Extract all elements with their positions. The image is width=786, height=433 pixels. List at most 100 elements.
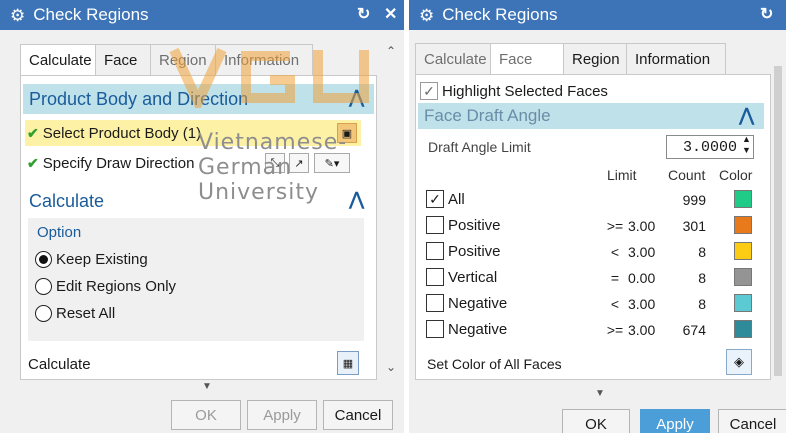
gear-icon[interactable]: ⚙ [419,7,434,24]
color-palette-icon[interactable]: ◈ [726,349,752,375]
draft-row-checkbox[interactable] [426,294,444,312]
tab-bar: Calculate Face Region Information [415,43,726,75]
check-regions-dialog-face: ⚙ Check Regions ↻ Calculate Face Region … [409,0,786,433]
tab-face[interactable]: Face [95,44,151,76]
ok-button[interactable]: OK [171,400,241,430]
draft-angle-limit-input[interactable]: 3.0000 [666,135,754,159]
tab-calculate[interactable]: Calculate [415,43,491,75]
radio-button[interactable] [35,251,52,268]
draft-row-operator: >= [606,322,624,338]
draft-row-label: Vertical [448,268,498,286]
draft-row-toggle[interactable]: Vertical [426,268,497,286]
draft-row-count: 301 [682,218,706,234]
draft-row-color-swatch[interactable] [734,190,752,208]
highlight-selected-faces-row[interactable]: ✓ Highlight Selected Faces [420,82,608,100]
draft-row-count: 674 [682,322,706,338]
draft-row: ✓ All 999 [416,188,766,212]
option-group: Option Keep Existing Edit Regions Only R… [28,218,364,341]
scrollbar-thumb[interactable] [774,66,782,376]
draft-row: Negative <3.00 8 [416,292,766,316]
draft-row-checkbox[interactable] [426,268,444,286]
draft-row-toggle[interactable]: Negative [426,294,507,312]
draft-row-checkbox[interactable] [426,216,444,234]
expand-more-icon[interactable]: ▼ [202,381,212,392]
draft-row-color-swatch[interactable] [734,268,752,286]
draft-row-limit: 3.00 [628,296,656,312]
draft-row-limit: 3.00 [628,322,656,338]
face-panel: ✓ Highlight Selected Faces Face Draft An… [415,74,771,380]
tab-calculate[interactable]: Calculate [20,44,96,76]
cancel-button[interactable]: Cancel [718,409,786,433]
close-icon[interactable]: ✕ [384,6,397,24]
tab-information[interactable]: Information [626,43,726,75]
draft-row-toggle[interactable]: Positive [426,216,501,234]
gear-icon[interactable]: ⚙ [10,7,25,24]
draft-row-toggle[interactable]: Negative [426,320,507,338]
title-bar: ⚙ Check Regions ↻ [409,0,786,30]
draft-row-color-swatch[interactable] [734,216,752,234]
reset-icon[interactable]: ↻ [357,6,370,24]
radio-label: Edit Regions Only [56,278,177,295]
collapse-icon[interactable]: ⋀ [739,105,754,126]
set-color-all-faces-label: Set Color of All Faces [427,356,562,372]
draft-row-count: 8 [698,270,706,286]
draft-row-color-swatch[interactable] [734,294,752,312]
cancel-button[interactable]: Cancel [323,400,393,430]
watermark-text: Vietnamese-German University [198,130,348,205]
section-title: Calculate [29,190,105,211]
draft-row-color-swatch[interactable] [734,242,752,260]
scroll-down-icon[interactable]: ⌄ [386,360,396,374]
spinner-icon[interactable]: ▲ ▼ [742,134,751,156]
draft-row-toggle[interactable]: ✓ All [426,190,465,208]
radio-reset-all[interactable]: Reset All [35,305,115,322]
draft-row-color-swatch[interactable] [734,320,752,338]
draft-row-operator: < [610,296,620,312]
calculate-panel: Product Body and Direction ⋀ ✔ Select Pr… [20,75,377,380]
draft-row-count: 8 [698,296,706,312]
highlight-label: Highlight Selected Faces [442,82,608,100]
draft-row-label: Positive [448,216,501,234]
radio-button[interactable] [35,278,52,295]
radio-label: Reset All [56,305,116,322]
apply-button[interactable]: Apply [640,409,710,433]
section-header-face-draft-angle[interactable]: Face Draft Angle ⋀ [418,103,764,129]
draft-row-limit: 3.00 [628,244,656,260]
highlight-checkbox[interactable]: ✓ [420,82,438,100]
draft-row-toggle[interactable]: Positive [426,242,501,260]
draft-row-count: 8 [698,244,706,260]
draft-row-limit: 0.00 [628,270,656,286]
radio-keep-existing[interactable]: Keep Existing [35,251,148,268]
draft-row: Positive >= 3.00 301 [416,214,766,238]
dialog-title: Check Regions [442,5,558,24]
radio-button[interactable] [35,305,52,322]
specify-draw-direction-row[interactable]: ✔ Specify Draw Direction [27,151,194,175]
ok-button[interactable]: OK [562,409,630,433]
select-product-body-label: Select Product Body (1) [42,124,202,142]
draft-row: Positive <3.00 8 [416,240,766,264]
draft-row-label: All [448,190,465,208]
check-icon: ✔ [27,124,39,141]
draft-row-label: Positive [448,242,501,260]
draft-row-operator: = [610,270,620,286]
apply-button[interactable]: Apply [247,400,317,430]
draft-row-limit: 3.00 [628,218,656,234]
option-label: Option [37,224,82,241]
column-header-count: Count [668,167,706,183]
tab-region[interactable]: Region [563,43,627,75]
calculate-label: Calculate [28,356,91,373]
draft-row-checkbox[interactable] [426,320,444,338]
draft-row-checkbox[interactable]: ✓ [426,190,444,208]
draft-row-count: 999 [682,192,706,208]
calculator-icon[interactable]: ▦ [337,351,359,375]
title-bar: ⚙ Check Regions ↻ ✕ [0,0,404,30]
radio-edit-regions-only[interactable]: Edit Regions Only [35,278,176,295]
scrollbar[interactable] [771,44,785,384]
draft-row-checkbox[interactable] [426,242,444,260]
reset-icon[interactable]: ↻ [760,6,773,24]
dialog-title: Check Regions [33,5,149,24]
draft-angle-limit-label: Draft Angle Limit [428,139,531,155]
tab-face[interactable]: Face [490,43,564,75]
draft-row-label: Negative [448,320,508,338]
vgu-watermark-logo [169,47,369,108]
expand-more-icon[interactable]: ▼ [595,388,605,399]
